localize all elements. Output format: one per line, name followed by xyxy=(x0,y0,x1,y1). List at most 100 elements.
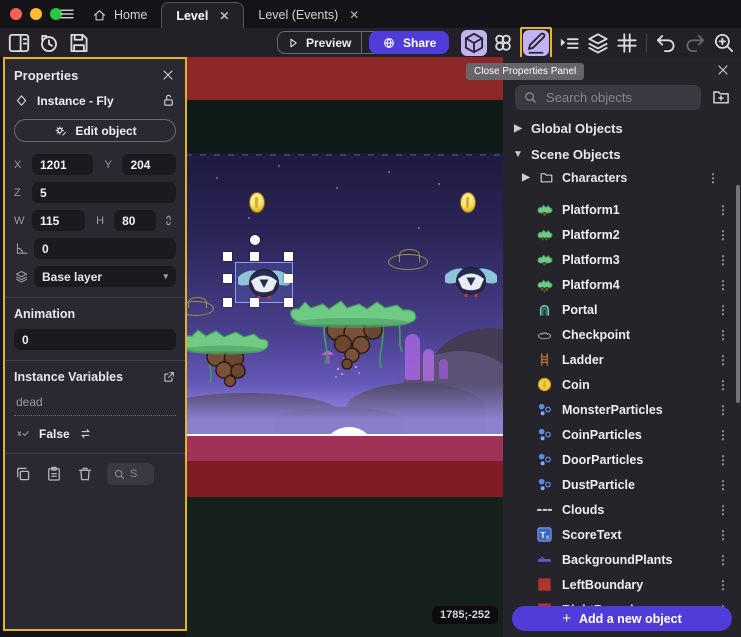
copy-icon[interactable] xyxy=(14,465,32,483)
dots-icon[interactable]: ⋮ xyxy=(717,478,729,492)
close-window-button[interactable] xyxy=(10,8,22,20)
z-field[interactable] xyxy=(32,182,176,203)
fly-instance[interactable] xyxy=(445,262,497,300)
dots-icon[interactable]: ⋮ xyxy=(717,353,729,367)
scene-canvas[interactable]: 1785;-252 xyxy=(186,57,503,637)
save-icon[interactable] xyxy=(66,30,92,56)
x-field[interactable] xyxy=(32,154,93,175)
coin-sprite[interactable] xyxy=(460,192,476,213)
object-list-item[interactable]: BackgroundPlants⋮ xyxy=(503,547,741,572)
variable-name[interactable]: dead xyxy=(14,392,176,416)
selection-handle[interactable] xyxy=(250,252,259,261)
object-list-item[interactable]: DustParticle⋮ xyxy=(503,472,741,497)
objects-search[interactable] xyxy=(515,85,701,110)
selection-handle[interactable] xyxy=(284,252,293,261)
close-properties-icon[interactable] xyxy=(160,67,176,83)
dots-icon[interactable]: ⋮ xyxy=(717,228,729,242)
share-button[interactable]: Share xyxy=(369,31,449,54)
y-field[interactable] xyxy=(122,154,176,175)
ufo-doodle[interactable] xyxy=(186,301,214,316)
object-list-item[interactable]: Clouds⋮ xyxy=(503,497,741,522)
selection-handle[interactable] xyxy=(284,298,293,307)
trash-icon[interactable] xyxy=(76,465,94,483)
fly-instance-selected[interactable] xyxy=(238,264,290,302)
object-list-item[interactable]: Platform1⋮ xyxy=(503,197,741,222)
object-list-item[interactable]: TxScoreText⋮ xyxy=(503,522,741,547)
link-icon[interactable] xyxy=(161,213,176,228)
unlock-icon[interactable] xyxy=(161,93,176,108)
variables-search-input[interactable] xyxy=(130,468,148,480)
dots-icon[interactable]: ⋮ xyxy=(717,328,729,342)
platform-sprite[interactable] xyxy=(285,296,419,376)
selection-handle[interactable] xyxy=(223,252,232,261)
panels-icon[interactable] xyxy=(6,30,32,56)
selection-handle[interactable] xyxy=(284,274,293,283)
tab-home[interactable]: Home xyxy=(78,2,161,28)
dots-icon[interactable]: ⋮ xyxy=(717,453,729,467)
layer-select[interactable]: Base layer ▾ xyxy=(34,266,176,287)
variable-value-row[interactable]: False xyxy=(14,424,176,443)
object-list-item[interactable]: Platform2⋮ xyxy=(503,222,741,247)
properties-pencil-icon[interactable] xyxy=(523,30,549,56)
swap-icon[interactable] xyxy=(78,426,93,441)
objects-search-input[interactable] xyxy=(546,90,722,105)
tab-level[interactable]: Level ✕ xyxy=(161,2,244,28)
folder-plus-icon[interactable] xyxy=(711,87,731,107)
menu-icon[interactable] xyxy=(58,5,76,23)
paste-icon[interactable] xyxy=(45,465,63,483)
ufo-doodle[interactable] xyxy=(388,254,428,270)
object-list-item[interactable]: Portal⋮ xyxy=(503,297,741,322)
undo-icon[interactable] xyxy=(653,30,679,56)
history-icon[interactable] xyxy=(36,30,62,56)
close-tab-icon[interactable]: ✕ xyxy=(349,8,359,22)
dots-icon[interactable]: ⋮ xyxy=(717,253,729,267)
animation-field[interactable] xyxy=(14,329,176,350)
close-objects-icon[interactable] xyxy=(715,62,731,78)
dots-icon[interactable]: ⋮ xyxy=(717,528,729,542)
layers-icon[interactable] xyxy=(585,30,611,56)
platform-sprite[interactable] xyxy=(186,325,272,393)
selection-handle[interactable] xyxy=(223,274,232,283)
object-list-item[interactable]: Platform3⋮ xyxy=(503,247,741,272)
rotation-handle[interactable] xyxy=(250,235,260,245)
folder-characters[interactable]: ▶ Characters ⋮ xyxy=(521,170,731,185)
close-tab-icon[interactable]: ✕ xyxy=(219,9,229,23)
zoom-in-icon[interactable] xyxy=(711,30,737,56)
dots-icon[interactable]: ⋮ xyxy=(717,303,729,317)
grid-icon[interactable] xyxy=(614,30,640,56)
height-field[interactable] xyxy=(114,210,156,231)
top-boundary-sprite[interactable] xyxy=(186,57,503,100)
instances-list-icon[interactable] xyxy=(556,30,582,56)
edit-object-button[interactable]: Edit object xyxy=(14,119,176,142)
object-list-item[interactable]: Ladder⋮ xyxy=(503,347,741,372)
dots-icon[interactable]: ⋮ xyxy=(717,403,729,417)
external-link-icon[interactable] xyxy=(162,370,176,384)
dots-icon[interactable]: ⋮ xyxy=(717,428,729,442)
object-list-item[interactable]: Coin⋮ xyxy=(503,372,741,397)
group-global-objects[interactable]: ▶ Global Objects xyxy=(513,121,623,136)
dots-icon[interactable]: ⋮ xyxy=(707,171,719,185)
object-list-item[interactable]: MonsterParticles⋮ xyxy=(503,397,741,422)
preview-button[interactable]: Preview xyxy=(277,31,361,54)
minimize-window-button[interactable] xyxy=(30,8,42,20)
variables-search[interactable] xyxy=(107,463,154,485)
dots-icon[interactable]: ⋮ xyxy=(717,553,729,567)
selection-handle[interactable] xyxy=(250,298,259,307)
object-list-item[interactable]: Platform4⋮ xyxy=(503,272,741,297)
selection-handle[interactable] xyxy=(223,298,232,307)
redo-icon[interactable] xyxy=(682,30,708,56)
object-groups-icon[interactable] xyxy=(490,30,516,56)
add-object-button[interactable]: + Add a new object xyxy=(512,606,732,631)
add-variable-icon[interactable] xyxy=(167,465,185,483)
dots-icon[interactable]: ⋮ xyxy=(717,203,729,217)
dots-icon[interactable]: ⋮ xyxy=(717,378,729,392)
objects-scrollbar[interactable] xyxy=(736,185,740,403)
coin-sprite[interactable] xyxy=(249,192,265,213)
dots-icon[interactable]: ⋮ xyxy=(717,578,729,592)
objects-panel-icon[interactable] xyxy=(461,30,487,56)
object-list-item[interactable]: CoinParticles⋮ xyxy=(503,422,741,447)
angle-field[interactable] xyxy=(34,238,176,259)
object-list-item[interactable]: Checkpoint⋮ xyxy=(503,322,741,347)
dots-icon[interactable]: ⋮ xyxy=(717,278,729,292)
bottom-boundary-sprite[interactable] xyxy=(186,461,503,497)
